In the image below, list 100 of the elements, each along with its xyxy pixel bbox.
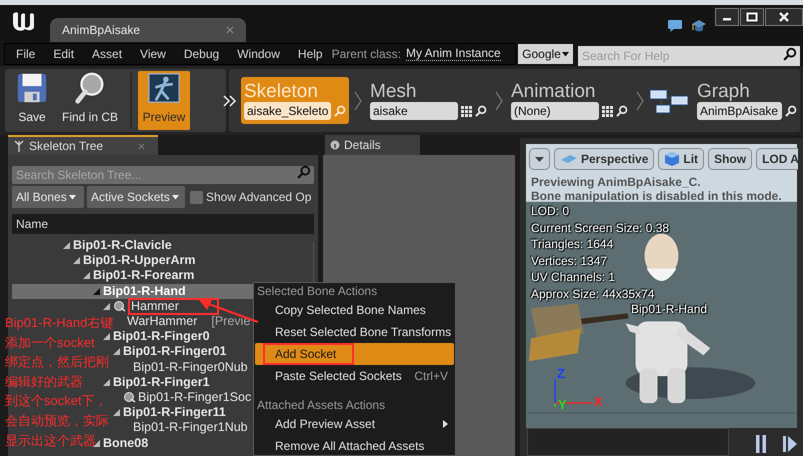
menu-item-label: Add Preview Asset — [274, 416, 376, 433]
asset-field[interactable]: aisake_Skeleto — [244, 102, 331, 120]
document-tab[interactable]: AnimBpAisake — [50, 18, 246, 42]
maximize-button[interactable] — [740, 8, 764, 26]
checkbox[interactable] — [190, 190, 203, 204]
annotation-text: 编辑好的武器 — [5, 372, 83, 391]
menu-item[interactable]: Reset Selected Bone Transforms — [255, 321, 454, 343]
mode-tab[interactable]: Graph AnimBpAisake — [694, 77, 800, 124]
caret-icon — [68, 194, 76, 200]
asset-field[interactable]: aisake — [370, 102, 458, 120]
menu-item[interactable]: Remove All Attached Assets — [255, 435, 454, 456]
bone-label[interactable]: Bip01-R-Finger1Nub — [133, 421, 248, 434]
menu-item[interactable]: Add Preview Asset — [255, 413, 454, 435]
menu-item-label: Remove All Attached Assets — [274, 438, 426, 455]
bone-label[interactable]: Bip01-R-Clavicle — [73, 239, 172, 252]
asset-field[interactable]: (None) — [511, 102, 599, 120]
viewport-button[interactable]: Perspective — [554, 148, 654, 170]
running-figure-icon — [146, 71, 182, 105]
bone-label[interactable]: Bone08 — [103, 436, 148, 450]
search-icon — [297, 165, 311, 179]
stat-text: Triangles: 1644 — [531, 236, 614, 252]
filter-dropdown[interactable]: All Bones — [12, 186, 84, 208]
notice-text: Bone manipulation is disabled in this mode. — [531, 189, 782, 203]
search-icon — [334, 105, 346, 117]
filter-dropdown[interactable]: Active Sockets — [87, 186, 185, 208]
asset-field[interactable]: AnimBpAisake — [697, 102, 782, 120]
bone-name-label: Bip01-R-Hand — [631, 301, 708, 318]
socket-label[interactable]: Bip01-R-Finger1Soc — [138, 390, 252, 404]
socket-label[interactable]: Hammer — [128, 298, 219, 315]
mode-tab[interactable]: Animation (None) — [508, 77, 631, 124]
toolbar-button[interactable]: Save — [8, 71, 56, 130]
menu-item[interactable]: Debug — [182, 45, 220, 63]
menu-item[interactable]: File — [15, 45, 36, 63]
panel-tab[interactable]: Details — [325, 135, 420, 155]
menu-item[interactable]: Asset — [91, 45, 124, 63]
maximize-icon — [746, 12, 758, 22]
preview-tag: [Previe — [211, 312, 250, 331]
caret-icon — [535, 156, 544, 162]
menu-item-label: Add Socket — [263, 343, 354, 365]
mode-tab[interactable]: Mesh aisake — [367, 77, 490, 124]
bone-label[interactable]: Bip01-R-UpperArm — [83, 254, 196, 268]
asset-label[interactable]: WarHammer — [127, 315, 198, 328]
tree-search-field[interactable]: Search Skeleton Tree... — [12, 166, 314, 184]
search-provider-dropdown[interactable]: Google — [518, 44, 573, 64]
socket-icon — [113, 300, 126, 312]
parent-class-link[interactable]: My Anim Instance — [406, 47, 501, 61]
bone-label[interactable]: Bip01-R-Finger1 — [113, 376, 210, 389]
column-header: Name — [12, 214, 314, 234]
toolbar-button[interactable]: Find in CB — [56, 71, 124, 130]
panel-tab[interactable]: Skeleton Tree — [8, 135, 158, 155]
close-button[interactable] — [765, 8, 803, 26]
menu-item[interactable]: Paste Selected Sockets Ctrl+V — [255, 365, 454, 387]
menu-item[interactable]: Add Socket — [255, 343, 454, 365]
cube-icon — [664, 151, 680, 167]
viewport-button[interactable]: Lit — [658, 148, 704, 170]
tab-title: AnimBpAisake — [62, 22, 140, 39]
menu-item[interactable]: Edit — [52, 45, 76, 63]
menu-item[interactable]: Help — [296, 45, 324, 63]
menu-item[interactable]: Copy Selected Bone Names — [255, 299, 454, 321]
chat-bubble-icon — [667, 19, 683, 33]
search-icon — [475, 105, 487, 117]
bone-label[interactable]: Bip01-R-Finger11 — [123, 406, 226, 420]
annotation-text: 显示出这个武器 — [5, 432, 96, 450]
info-icon — [330, 140, 340, 150]
stat-text: Approx Size: 44x35x74 — [531, 286, 656, 302]
parent-class-label: Parent class: — [332, 46, 401, 63]
bone-label[interactable]: Bip01-R-Finger01 — [123, 345, 226, 358]
chevron-icon — [354, 90, 362, 110]
bone-label[interactable]: Bip01-R-Finger0Nub — [133, 360, 248, 374]
toolbar-button[interactable]: Preview — [138, 71, 190, 130]
stat-text: Current Screen Size: 0.38 — [531, 220, 670, 236]
step-forward-icon — [783, 436, 797, 452]
axis-label: Z — [557, 367, 565, 381]
menu-item[interactable]: View — [139, 45, 167, 63]
search-icon — [785, 105, 797, 117]
graph-nodes-icon — [649, 86, 691, 114]
socket-icon — [123, 391, 136, 404]
close-icon — [226, 26, 234, 34]
stat-text: LOD: 0 — [531, 203, 570, 220]
help-search-field[interactable]: Search For Help — [578, 46, 800, 66]
chevron-icon — [495, 90, 503, 110]
bone-label[interactable]: Bip01-R-Hand — [103, 284, 186, 298]
menu-section-header: Attached Assets Actions — [256, 397, 386, 413]
menu-section-header: Selected Bone Actions — [256, 283, 378, 299]
minimize-button[interactable] — [715, 8, 739, 26]
engine-logo-icon — [10, 9, 36, 33]
viewport-menu-button[interactable] — [529, 148, 550, 170]
shortcut-text: Ctrl+V — [414, 368, 448, 385]
menu-item[interactable]: Window — [236, 45, 281, 63]
menu-item-label: Reset Selected Bone Transforms — [274, 324, 452, 341]
bone-label[interactable]: Bip01-R-Finger0 — [113, 330, 210, 344]
mode-tab[interactable]: Skeleton aisake_Skeleto — [241, 77, 349, 124]
viewport-button[interactable]: Show — [708, 148, 752, 170]
annotation-text: 会自动预览，实际 — [5, 412, 109, 430]
graduation-cap-icon — [691, 18, 707, 34]
checkbox-label: Show Advanced Op — [206, 189, 312, 206]
skeleton-icon — [13, 140, 25, 152]
axis-label: X — [594, 395, 603, 409]
search-icon — [616, 105, 628, 117]
bone-label[interactable]: Bip01-R-Forearm — [93, 269, 194, 282]
